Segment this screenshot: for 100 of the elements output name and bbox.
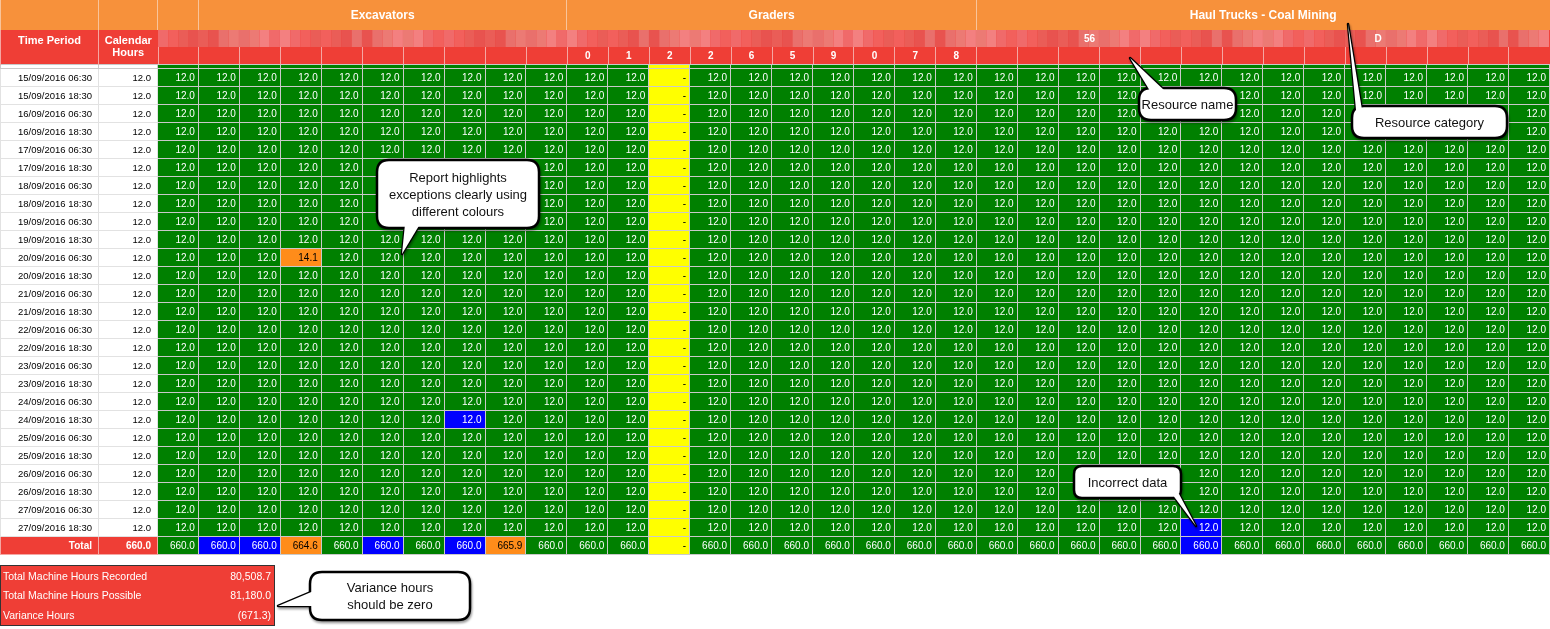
hours-cell: 12.0: [98, 140, 158, 159]
resource-number: 2: [666, 50, 673, 61]
pixelated-label-drawing: [403, 30, 445, 47]
hours-cell: 12.0: [98, 446, 158, 465]
header-cell: [98, 0, 158, 30]
pixelated-label-drawing: [1344, 30, 1386, 47]
hours-cell: 12.0: [98, 212, 158, 231]
header-cell: [157, 0, 199, 30]
hours-cell: 12.0: [98, 410, 158, 429]
time-cell: 16/09/2016 18:30: [0, 122, 99, 141]
hours-cell: 12.0: [98, 518, 158, 537]
time-cell: 16/09/2016 06:30: [0, 104, 99, 123]
time-cell: 22/09/2016 18:30: [0, 338, 99, 357]
pixelated-label-drawing: [689, 30, 731, 47]
hours-cell: 12.0: [98, 176, 158, 195]
pixelated-label-drawing: [525, 30, 567, 47]
time-cell: 24/09/2016 18:30: [0, 410, 99, 429]
hours-cell: 12.0: [98, 284, 158, 303]
time-cell: 27/09/2016 06:30: [0, 500, 99, 519]
pixelated-label-drawing: [280, 30, 322, 47]
time-cell: 19/09/2016 18:30: [0, 230, 99, 249]
time-cell: 15/09/2016 18:30: [0, 86, 99, 105]
time-cell: 24/09/2016 06:30: [0, 392, 99, 411]
pixelated-label-drawing: [1508, 30, 1550, 47]
pixelated-label-drawing: [485, 30, 526, 47]
pixelated-label-drawing: [1099, 30, 1140, 47]
pixelated-label-drawing: [1385, 30, 1427, 47]
summary-label: Total Machine Hours Recorded: [3, 569, 148, 582]
hours-cell: 12.0: [98, 194, 158, 213]
callout-text: Variance hours should be zero: [345, 579, 435, 613]
category-header: Graders: [566, 0, 977, 30]
resource-number: 0: [585, 50, 591, 61]
pixelated-label-drawing: [607, 30, 649, 47]
pixelated-label-drawing: [812, 30, 854, 47]
pixelated-label-drawing: [1262, 30, 1304, 47]
resource-number: 8: [953, 50, 960, 61]
resource-number: 7: [912, 50, 919, 61]
summary-value: (671.3): [237, 608, 271, 621]
hours-cell: 12.0: [98, 464, 158, 483]
summary-value: 80,508.7: [230, 569, 271, 582]
hours-cell: 12.0: [98, 320, 158, 339]
hours-cell: 12.0: [98, 500, 158, 519]
hours-cell: 12.0: [98, 266, 158, 285]
summary-value: 81,180.0: [230, 589, 271, 602]
pixelated-label-drawing: [1140, 30, 1181, 47]
pixelated-label-drawing: [1058, 30, 1100, 47]
pixelated-label-drawing: [1303, 30, 1345, 47]
hours-cell: 12.0: [98, 302, 158, 321]
pixelated-label-drawing: [771, 30, 813, 47]
resource-name: D: [1374, 33, 1383, 44]
pixelated-label-drawing: [1017, 30, 1059, 47]
category-header: Haul Trucks - Coal Mining: [976, 0, 1550, 30]
summary-label: Total Machine Hours Possible: [3, 589, 142, 602]
pixelated-label-drawing: [1221, 30, 1263, 47]
time-cell: 25/09/2016 06:30: [0, 428, 99, 447]
hours-cell: 12.0: [98, 104, 158, 123]
pixelated-label-drawing: [1467, 30, 1509, 47]
summary-label: Variance Hours: [3, 608, 75, 621]
callout-text: Resource category: [1374, 113, 1485, 131]
hours-cell: 12.0: [98, 428, 158, 447]
time-cell: 15/09/2016 06:30: [0, 68, 99, 87]
hours-cell: 12.0: [98, 338, 158, 357]
pixelated-label-drawing: [935, 30, 977, 47]
pixelated-label-drawing: [648, 30, 690, 47]
resource-number: 6: [748, 50, 755, 61]
pixelated-label-drawing: [198, 30, 240, 47]
hours-cell: 12.0: [98, 86, 158, 105]
hours-cell: 12.0: [98, 68, 158, 87]
callout-text: Incorrect data: [1087, 473, 1168, 491]
hours-cell: 12.0: [98, 248, 158, 267]
hours-cell: 12.0: [98, 482, 158, 501]
hours-cell: 12.0: [98, 122, 158, 141]
time-cell: 21/09/2016 06:30: [0, 284, 99, 303]
pixelated-label-drawing: [730, 30, 772, 47]
pixelated-label-drawing: [444, 30, 485, 47]
callout-text: Report highlights exceptions clearly using different colours: [388, 168, 528, 220]
time-cell: 17/09/2016 18:30: [0, 158, 99, 177]
time-cell: 23/09/2016 18:30: [0, 374, 99, 393]
resource-number: 5: [789, 50, 796, 61]
time-cell: 26/09/2016 06:30: [0, 464, 99, 483]
hours-cell: 12.0: [98, 230, 158, 249]
hours-cell: 12.0: [98, 158, 158, 177]
pixelated-label-drawing: [321, 30, 363, 47]
time-cell: 18/09/2016 06:30: [0, 176, 99, 195]
time-cell: 21/09/2016 18:30: [0, 302, 99, 321]
time-cell: 23/09/2016 06:30: [0, 356, 99, 375]
column-header: Time Period: [0, 30, 99, 65]
resource-name: 56: [1083, 33, 1097, 44]
pixelated-label-drawing: [239, 30, 281, 47]
resource-number: 9: [830, 50, 837, 61]
hours-cell: 12.0: [98, 374, 158, 393]
hours-cell: 12.0: [98, 356, 158, 375]
time-cell: 25/09/2016 18:30: [0, 446, 99, 465]
category-header: Excavators: [198, 0, 567, 30]
pixelated-label-drawing: [157, 30, 199, 47]
pixelated-label-drawing: [1180, 30, 1222, 47]
time-cell: 18/09/2016 18:30: [0, 194, 99, 213]
pixelated-label-drawing: [853, 30, 895, 47]
time-cell: 26/09/2016 18:30: [0, 482, 99, 501]
time-cell: 22/09/2016 06:30: [0, 320, 99, 339]
